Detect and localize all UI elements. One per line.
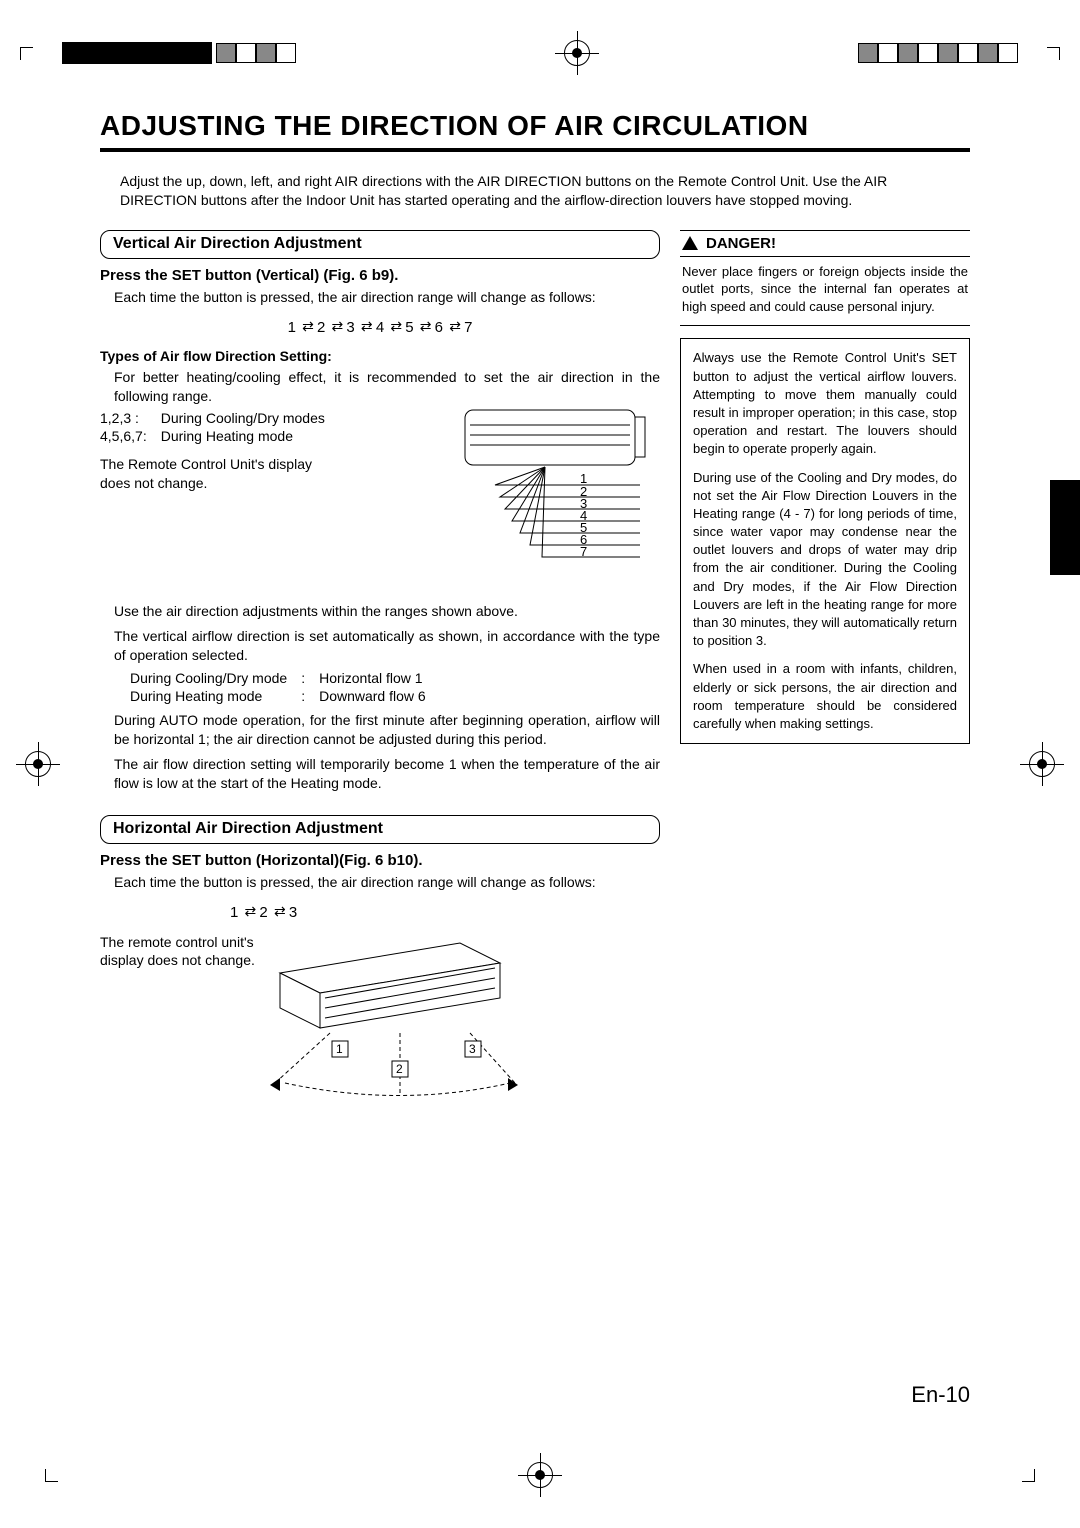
svg-text:2: 2 [396, 1062, 403, 1076]
mode-flow-table: During Cooling/Dry mode:Horizontal flow … [130, 669, 440, 705]
types-intro: For better heating/cooling effect, it is… [114, 368, 660, 406]
svg-text:3: 3 [469, 1042, 476, 1056]
types-heading: Types of Air flow Direction Setting: [100, 348, 660, 364]
caution-p2: During use of the Cooling and Dry modes,… [693, 469, 957, 651]
vertical-below1: Use the air direction adjustments within… [114, 602, 660, 621]
registration-bottom [0, 1462, 1080, 1488]
caution-box: Always use the Remote Control Unit's SET… [680, 338, 970, 744]
remote-note-vertical: The Remote Control Unit's display does n… [100, 455, 340, 493]
horizontal-each-text: Each time the button is pressed, the air… [114, 873, 660, 892]
remote-note-horizontal: The remote control unit's display does n… [100, 933, 260, 971]
caution-p3: When used in a room with infants, childr… [693, 660, 957, 733]
vertical-adjustment-heading: Vertical Air Direction Adjustment [100, 230, 660, 259]
warning-triangle-icon [682, 236, 698, 250]
side-tab [1050, 480, 1080, 575]
danger-body: Never place fingers or foreign objects i… [680, 257, 970, 327]
page-title: ADJUSTING THE DIRECTION OF AIR CIRCULATI… [100, 110, 970, 152]
vertical-below3: During AUTO mode operation, for the firs… [114, 711, 660, 749]
registration-left [25, 751, 51, 777]
svg-text:7: 7 [580, 544, 587, 559]
danger-heading: DANGER! [680, 230, 970, 257]
intro-text: Adjust the up, down, left, and right AIR… [120, 172, 950, 210]
horizontal-sequence: 1 ⇄ 2 ⇄ 3 [230, 904, 660, 921]
vertical-press-subhead: Press the SET button (Vertical) (Fig. 6 … [100, 267, 660, 284]
vertical-each-text: Each time the button is pressed, the air… [114, 288, 660, 307]
vertical-sequence: 1 ⇄ 2 ⇄ 3 ⇄ 4 ⇄ 5 ⇄ 6 ⇄ 7 [100, 319, 660, 336]
vertical-below2: The vertical airflow direction is set au… [114, 627, 660, 665]
registration-top [0, 40, 1080, 66]
registration-right [1029, 751, 1055, 777]
figure-horizontal-louvers: 1 2 3 [270, 933, 520, 1106]
horizontal-press-subhead: Press the SET button (Horizontal)(Fig. 6… [100, 852, 660, 869]
vertical-below4: The air flow direction setting will temp… [114, 755, 660, 793]
figure-vertical-louvers: 1 2 3 4 5 6 7 [460, 405, 660, 588]
svg-text:1: 1 [336, 1042, 343, 1056]
types-range-table: 1,2,3 :During Cooling/Dry modes 4,5,6,7:… [100, 409, 339, 445]
horizontal-adjustment-heading: Horizontal Air Direction Adjustment [100, 815, 660, 844]
page-number: En-10 [911, 1382, 970, 1408]
caution-p1: Always use the Remote Control Unit's SET… [693, 349, 957, 458]
